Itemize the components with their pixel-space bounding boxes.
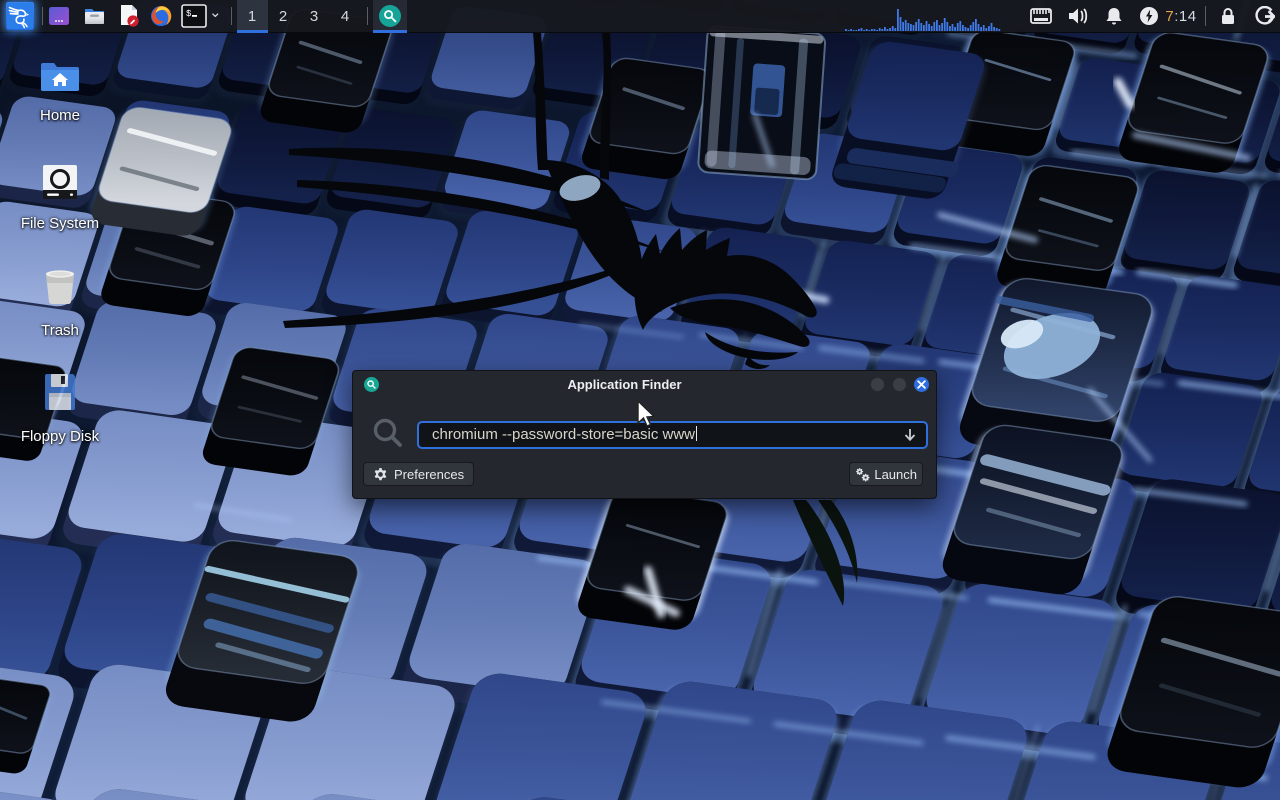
svg-text:$: $: [186, 9, 192, 19]
